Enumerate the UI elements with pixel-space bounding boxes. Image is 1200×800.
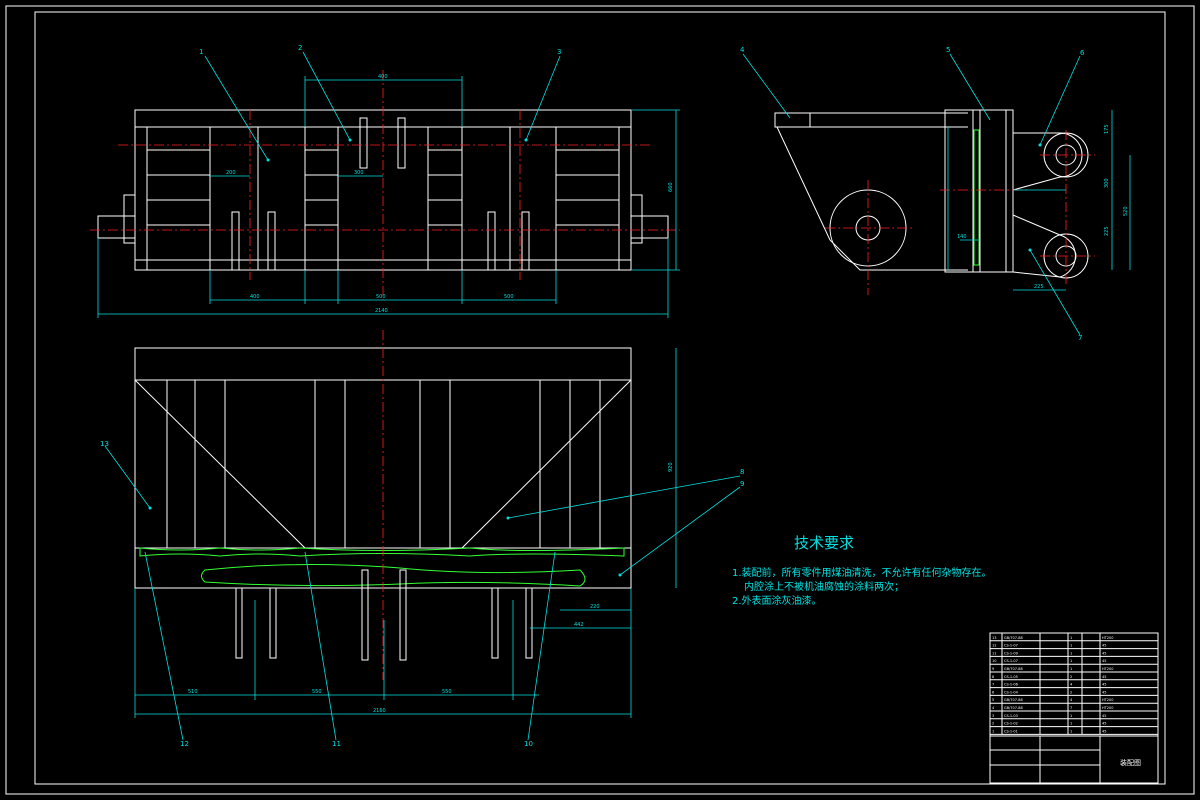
- technical-requirements-title: 技术要求: [794, 534, 855, 552]
- parts-list-qty: 7: [1070, 706, 1072, 710]
- dim-bottom-seg-2: 550: [312, 689, 322, 695]
- parts-list-qty: 1: [1070, 714, 1072, 718]
- dim-bottom-total: 2160: [373, 708, 386, 714]
- dim-bottom-seg-3: 550: [442, 689, 452, 695]
- parts-list-no: 3: [992, 714, 994, 718]
- dim-plan-height: 920: [668, 462, 674, 472]
- parts-list-qty: 1: [1070, 667, 1072, 671]
- part-label-13: 13: [100, 440, 109, 448]
- dim-bottom-seg-1: 510: [188, 689, 198, 695]
- cad-drawing: 400 200 300 400 500 500 2140 660 1 2 3 1…: [5, 5, 1195, 795]
- dim-side-2: 300: [1104, 178, 1110, 188]
- parts-list-no: 12: [992, 644, 996, 648]
- parts-list-qty: 1: [1070, 636, 1072, 640]
- part-label-9: 9: [740, 480, 744, 488]
- parts-list-code: CS-1-09: [1004, 651, 1018, 655]
- dim-side-1: 175: [1104, 124, 1110, 134]
- part-label-5: 5: [946, 46, 950, 54]
- parts-list-no: 7: [992, 683, 994, 687]
- tech-req-line-1: 1.装配前，所有零件用煤油清洗，不允许有任何杂物存在。: [732, 568, 992, 579]
- parts-list-no: 5: [992, 698, 994, 702]
- dim-side-4: 140: [957, 234, 967, 240]
- title-block: 13 GB/707-88 1 HT20012 CS-1-07 1 4511 CS-1-09 1 4…: [989, 632, 1159, 784]
- parts-list-mat: 45: [1102, 651, 1106, 655]
- technical-requirements: 技术要求 1.装配前，所有零件用煤油清洗，不允许有任何杂物存在。 内腔涂上不被机…: [732, 532, 992, 609]
- parts-list-qty: 4: [1070, 683, 1073, 687]
- parts-list-code: CS-1-07: [1004, 659, 1018, 663]
- parts-list-mat: 45: [1102, 683, 1106, 687]
- tech-req-line-3: 2.外表面涂灰油漆。: [732, 596, 822, 607]
- parts-list-no: 10: [992, 659, 996, 663]
- parts-list-no: 13: [992, 636, 996, 640]
- part-label-8: 8: [740, 468, 744, 476]
- parts-list-mat: 45: [1102, 714, 1106, 718]
- title-block-drawing-name: 装配图: [1120, 758, 1141, 767]
- parts-list-code: CS-1-07: [1004, 644, 1018, 648]
- part-label-4: 4: [740, 46, 745, 54]
- parts-list-no: 4: [992, 706, 995, 710]
- parts-list-mat: HT200: [1102, 698, 1113, 702]
- parts-list-qty: 1: [1070, 644, 1072, 648]
- parts-list-mat: 45: [1102, 729, 1106, 733]
- dim-front-overall: 2140: [375, 308, 388, 314]
- dim-side-bottom: 225: [1034, 284, 1044, 290]
- parts-list-code: GB/707-88: [1004, 698, 1023, 702]
- parts-list-no: 2: [992, 722, 994, 726]
- part-label-10: 10: [524, 740, 533, 748]
- parts-list-no: 6: [992, 690, 994, 694]
- parts-list-qty: 2: [1070, 690, 1072, 694]
- parts-list-mat: 45: [1102, 722, 1106, 726]
- parts-list-mat: HT200: [1102, 706, 1113, 710]
- parts-list-qty: 1: [1070, 729, 1072, 733]
- part-label-11: 11: [332, 740, 341, 748]
- part-label-7: 7: [1078, 334, 1082, 342]
- dim-front-bottom-2: 500: [376, 294, 386, 300]
- dim-side-overall: 520: [1123, 206, 1129, 216]
- dim-front-bottom-1: 400: [250, 294, 260, 300]
- bottom-view: 2160 510 550 550 442 220 920 13 8 9 12 1…: [100, 330, 744, 748]
- parts-list-code: CS-1-02: [1004, 722, 1018, 726]
- parts-list-qty: 1: [1070, 722, 1072, 726]
- parts-list-code: CS-1-06: [1004, 683, 1018, 687]
- front-view: 400 200 300 400 500 500 2140 660 1 2 3: [90, 44, 680, 318]
- dim-front-small-1: 200: [226, 170, 236, 176]
- dim-front-bottom-3: 500: [504, 294, 514, 300]
- parts-list-no: 9: [992, 667, 994, 671]
- parts-list-code: CS-1-03: [1004, 714, 1018, 718]
- parts-list-mat: 45: [1102, 675, 1106, 679]
- dim-bottom-right: 442: [574, 622, 584, 628]
- parts-list-qty: 4: [1070, 698, 1073, 702]
- side-view: 175 300 225 520 225 140 4 5 6 7: [740, 46, 1131, 342]
- dim-front-height: 660: [668, 182, 674, 192]
- parts-list-no: 11: [992, 651, 996, 655]
- parts-list-code: CS-1-01: [1004, 729, 1018, 733]
- part-label-2: 2: [298, 44, 302, 52]
- part-label-6: 6: [1080, 49, 1085, 57]
- parts-list-mat: 45: [1102, 690, 1106, 694]
- parts-list-mat: HT200: [1102, 636, 1113, 640]
- parts-list-code: GB/707-88: [1004, 667, 1023, 671]
- parts-list-code: CS-1-04: [1004, 690, 1019, 694]
- parts-list-code: CS-1-05: [1004, 675, 1018, 679]
- parts-list-no: 1: [992, 729, 994, 733]
- parts-list-code: GB/707-88: [1004, 706, 1023, 710]
- tech-req-line-2: 内腔涂上不被机油腐蚀的涂料两次；: [744, 582, 904, 593]
- parts-list-qty: 1: [1070, 659, 1072, 663]
- part-label-3: 3: [557, 48, 561, 56]
- parts-list-qty: 1: [1070, 651, 1072, 655]
- dim-side-3: 225: [1104, 226, 1110, 236]
- parts-list-code: GB/707-88: [1004, 636, 1023, 640]
- parts-list-mat: HT200: [1102, 667, 1113, 671]
- parts-list-mat: 45: [1102, 659, 1106, 663]
- dim-front-small-2: 300: [354, 170, 364, 176]
- parts-list-mat: 45: [1102, 644, 1106, 648]
- dim-bottom-right-2: 220: [590, 604, 600, 610]
- parts-list-no: 8: [992, 675, 994, 679]
- dim-front-top: 400: [378, 74, 388, 80]
- part-label-12: 12: [180, 740, 189, 748]
- part-label-1: 1: [199, 48, 203, 56]
- parts-list-qty: 2: [1070, 675, 1072, 679]
